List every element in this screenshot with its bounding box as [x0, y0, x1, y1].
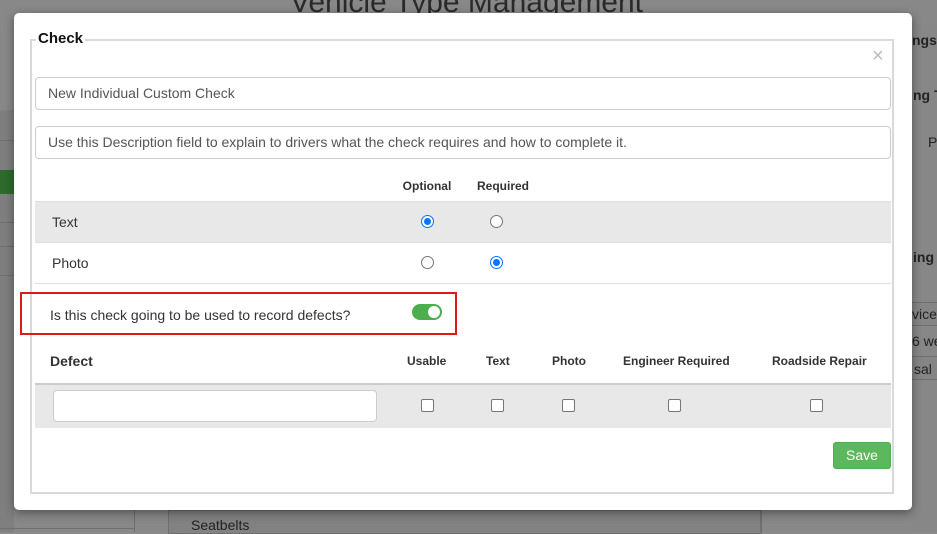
text-checkbox[interactable]: [491, 399, 504, 412]
background-divider: [0, 275, 14, 276]
option-row-photo: Photo: [35, 242, 891, 284]
usable-column-header: Usable: [407, 354, 447, 368]
optional-column-header: Optional: [402, 179, 452, 193]
option-label: Photo: [52, 255, 89, 271]
option-row-text: Text: [35, 201, 891, 243]
background-right-text: P: [928, 134, 937, 150]
row-divider: [35, 283, 891, 284]
background-divider: [134, 510, 135, 532]
text-optional-radio[interactable]: [421, 215, 434, 228]
text-required-radio[interactable]: [490, 215, 503, 228]
save-button[interactable]: Save: [833, 442, 891, 469]
check-description-input[interactable]: Use this Description field to explain to…: [35, 126, 891, 159]
background-divider: [0, 246, 14, 247]
check-legend: Check: [36, 30, 86, 47]
background-bottom-panel: [168, 510, 762, 534]
option-label: Text: [52, 214, 78, 230]
background-right-heading: ngs: [912, 32, 937, 48]
background-right-subheading: ng T: [913, 87, 937, 103]
roadside-repair-column-header: Roadside Repair: [772, 354, 867, 368]
usable-checkbox[interactable]: [421, 399, 434, 412]
close-icon[interactable]: ×: [872, 46, 884, 66]
background-right-text: sal: [914, 361, 932, 377]
photo-optional-radio[interactable]: [421, 256, 434, 269]
background-bottom-item: Seatbelts: [191, 517, 250, 533]
background-right-text: vice: [912, 306, 937, 322]
check-modal: Check × New Individual Custom Check Use …: [14, 13, 912, 510]
text-column-header: Text: [486, 354, 510, 368]
defect-name-input[interactable]: [53, 390, 377, 422]
defect-column-header: Defect: [50, 353, 93, 369]
photo-column-header: Photo: [552, 354, 586, 368]
defect-question-label: Is this check going to be used to record…: [50, 307, 351, 323]
background-left-active-item: [0, 170, 14, 194]
background-divider: [0, 140, 14, 141]
background-divider: [0, 528, 134, 529]
check-name-input[interactable]: New Individual Custom Check: [35, 77, 891, 110]
roadside-repair-checkbox[interactable]: [810, 399, 823, 412]
photo-required-radio[interactable]: [490, 256, 503, 269]
required-column-header: Required: [476, 179, 529, 193]
background-right-subheading: ing: [913, 249, 934, 265]
background-right-text: 6 we: [912, 333, 937, 349]
background-divider: [0, 222, 14, 223]
background-divider: [760, 510, 761, 532]
photo-checkbox[interactable]: [562, 399, 575, 412]
defect-toggle[interactable]: [412, 304, 442, 320]
engineer-required-column-header: Engineer Required: [623, 354, 730, 368]
engineer-required-checkbox[interactable]: [668, 399, 681, 412]
